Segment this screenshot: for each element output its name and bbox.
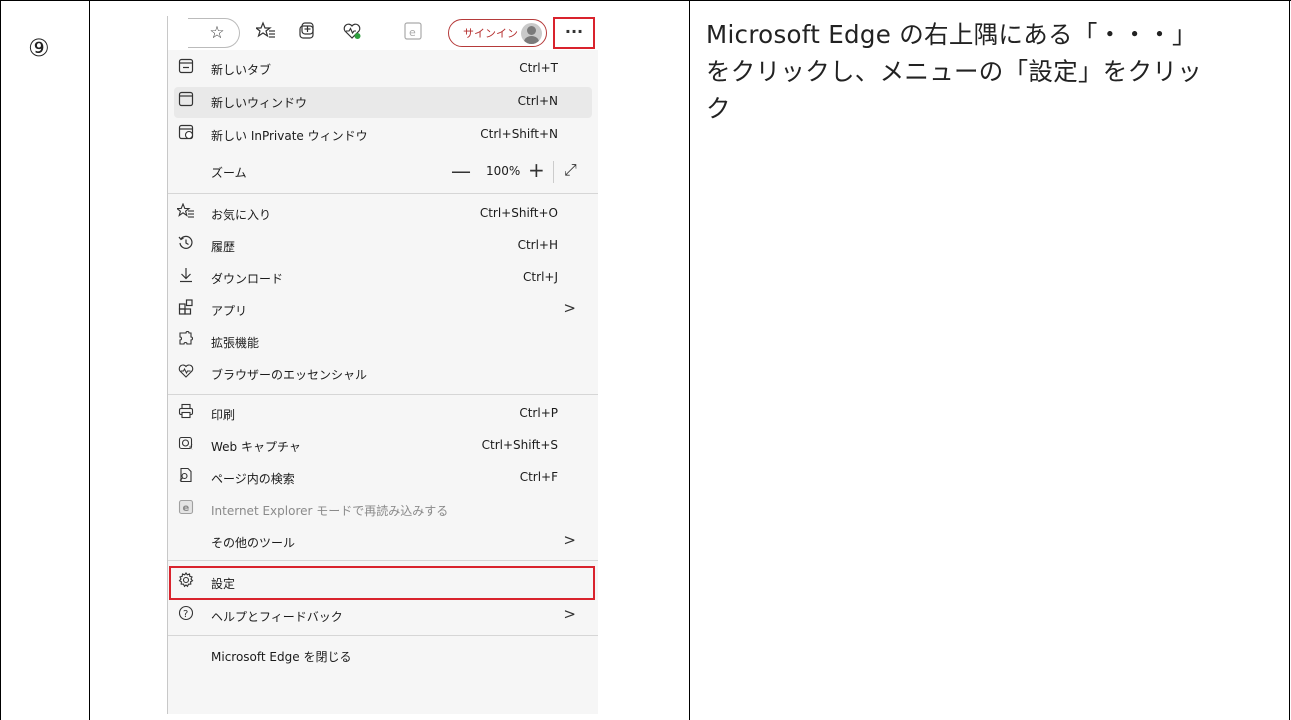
chevron-right-icon: >: [563, 531, 576, 549]
extensions-icon: [175, 331, 197, 353]
menu-item-label: アプリ: [211, 304, 248, 318]
favorite-star-icon[interactable]: ☆: [205, 21, 229, 45]
menu-item-shortcut: Ctrl+H: [517, 238, 558, 252]
description-line-1: Microsoft Edge の右上隅にある「・・・」: [706, 20, 1197, 49]
menu-item-shortcut: Ctrl+Shift+O: [479, 206, 558, 220]
zoom-out-button[interactable]: —: [451, 159, 471, 183]
chevron-right-icon: >: [563, 605, 576, 623]
menu-item-shortcut: Ctrl+N: [517, 94, 558, 108]
menu-item-label: お気に入り: [211, 208, 272, 222]
favorites-list-icon[interactable]: [254, 21, 278, 45]
instruction-table: ⑨ Microsoft Edge の右上隅にある「・・・」 をクリックし、メニュ…: [0, 0, 1291, 720]
zoom-in-button[interactable]: +: [528, 158, 545, 182]
fullscreen-icon[interactable]: ⤢: [564, 160, 577, 180]
menu-item-label: その他のツール: [211, 536, 296, 550]
menu-item-web-capture[interactable]: Web キャプチャ Ctrl+Shift+S: [168, 431, 598, 462]
ie-mode-icon: e: [175, 499, 197, 521]
menu-item-new-inprivate[interactable]: 新しい InPrivate ウィンドウ Ctrl+Shift+N: [168, 120, 598, 151]
svg-text:?: ?: [183, 609, 188, 620]
zoom-level: 100%: [486, 164, 521, 178]
apps-icon: [175, 299, 197, 321]
menu-item-print[interactable]: 印刷 Ctrl+P: [168, 399, 598, 430]
edge-menu-screenshot: ☆ e サインイン ··· 新しいタブ Ctrl+T 新しいウィンドウ Ctrl…: [167, 16, 598, 714]
menu-item-settings[interactable]: 設定: [168, 568, 598, 599]
menu-item-close-edge[interactable]: Microsoft Edge を閉じる: [168, 641, 598, 672]
menu-item-new-window[interactable]: 新しいウィンドウ Ctrl+N: [174, 87, 592, 118]
menu-item-label: 拡張機能: [211, 336, 260, 350]
settings-and-more-button[interactable]: ···: [553, 17, 595, 49]
table-top-border: [0, 0, 1291, 1]
menu-item-shortcut: Ctrl+P: [519, 406, 558, 420]
menu-item-label: 履歴: [211, 240, 236, 254]
new-tab-icon: [175, 58, 197, 80]
avatar: [521, 23, 542, 44]
signin-label: サインイン: [463, 27, 518, 40]
menu-item-ie-mode: e Internet Explorer モードで再読み込みする: [168, 495, 598, 526]
menu-item-history[interactable]: 履歴 Ctrl+H: [168, 231, 598, 262]
menu-item-new-tab[interactable]: 新しいタブ Ctrl+T: [168, 54, 598, 85]
step-description: Microsoft Edge の右上隅にある「・・・」 をクリックし、メニューの…: [706, 16, 1281, 127]
menu-item-find-on-page[interactable]: ページ内の検索 Ctrl+F: [168, 463, 598, 494]
inprivate-window-icon: [175, 124, 197, 146]
menu-item-label: Internet Explorer モードで再読み込みする: [211, 504, 449, 518]
menu-item-label: 印刷: [211, 408, 236, 422]
web-capture-icon: [175, 435, 197, 457]
menu-item-favorites[interactable]: お気に入り Ctrl+Shift+O: [168, 199, 598, 230]
new-window-icon: [175, 91, 197, 113]
find-on-page-icon: [175, 467, 197, 489]
menu-item-shortcut: Ctrl+Shift+N: [480, 127, 558, 141]
menu-separator: [168, 193, 598, 194]
step-number: ⑨: [28, 34, 50, 62]
table-border-col1: [89, 0, 90, 720]
menu-item-label: 新しいタブ: [211, 63, 272, 77]
menu-item-label: 新しい InPrivate ウィンドウ: [211, 129, 368, 143]
table-border-right: [1289, 0, 1290, 720]
browser-essentials-icon: [175, 363, 197, 385]
chevron-right-icon: >: [563, 299, 576, 317]
menu-separator: [168, 560, 598, 561]
description-line-3: ク: [706, 94, 731, 123]
table-border-left: [0, 0, 1, 720]
menu-item-shortcut: Ctrl+J: [523, 270, 558, 284]
menu-item-label: ダウンロード: [211, 272, 284, 286]
menu-item-help-feedback[interactable]: ? ヘルプとフィードバック >: [168, 601, 598, 632]
menu-item-label: 新しいウィンドウ: [211, 96, 308, 110]
menu-item-label: ブラウザーのエッセンシャル: [211, 368, 368, 382]
signin-button[interactable]: サインイン: [448, 19, 547, 47]
help-icon: ?: [175, 605, 197, 627]
print-icon: [175, 403, 197, 425]
menu-item-shortcut: Ctrl+F: [519, 470, 558, 484]
menu-item-zoom: ズーム — 100% + ⤢: [168, 157, 598, 188]
menu-item-label: 設定: [211, 577, 236, 591]
menu-item-label: ズーム: [211, 166, 247, 180]
menu-item-shortcut: Ctrl+Shift+S: [481, 438, 558, 452]
favorites-icon: [175, 202, 197, 225]
browser-toolbar: ☆ e サインイン ···: [168, 16, 598, 50]
menu-item-more-tools[interactable]: その他のツール >: [168, 527, 598, 558]
menu-item-apps[interactable]: アプリ >: [168, 295, 598, 326]
menu-item-label: Microsoft Edge を閉じる: [211, 650, 352, 664]
menu-item-shortcut: Ctrl+T: [519, 61, 558, 75]
zoom-divider: [553, 161, 554, 183]
ie-mode-icon[interactable]: e: [401, 21, 425, 45]
table-border-col2: [689, 0, 690, 720]
svg-text:e: e: [409, 26, 416, 39]
menu-item-downloads[interactable]: ダウンロード Ctrl+J: [168, 263, 598, 294]
browser-essentials-icon[interactable]: [340, 21, 364, 45]
gear-icon: [175, 572, 197, 594]
menu-separator: [168, 394, 598, 395]
menu-item-label: ヘルプとフィードバック: [211, 610, 343, 624]
menu-item-label: Web キャプチャ: [211, 440, 301, 454]
menu-item-extensions[interactable]: 拡張機能: [168, 327, 598, 358]
svg-text:e: e: [183, 503, 190, 514]
menu-item-label: ページ内の検索: [211, 472, 295, 486]
collections-icon[interactable]: [295, 21, 319, 45]
description-line-2: をクリックし、メニューの「設定」をクリッ: [706, 57, 1202, 86]
menu-item-browser-essentials[interactable]: ブラウザーのエッセンシャル: [168, 359, 598, 390]
menu-separator: [168, 635, 598, 636]
history-icon: [175, 235, 197, 257]
download-icon: [175, 267, 197, 289]
